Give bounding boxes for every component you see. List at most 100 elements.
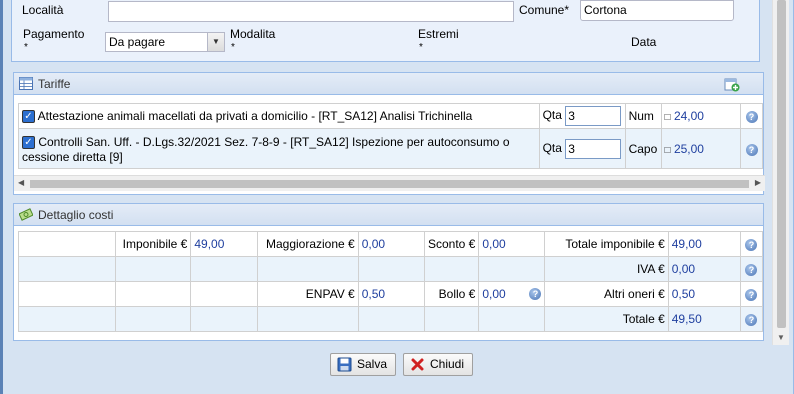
floppy-disk-icon	[337, 357, 352, 372]
empty-cell	[256, 306, 359, 332]
empty-cell	[115, 281, 192, 307]
pagamento-required-mark: *	[24, 42, 28, 53]
localita-label: Località	[22, 3, 64, 17]
maggiorazione-value: 0,00	[357, 231, 425, 257]
pagamento-select[interactable]: Da pagare ▼	[105, 32, 225, 52]
table-row: ENPAV € 0,50 Bollo € 0,00 ? Altri oneri …	[17, 281, 764, 307]
close-label: Chiudi	[430, 357, 465, 371]
comune-input[interactable]: Cortona	[580, 0, 734, 21]
tariff-description-cell: ✓ Controlli San. Uff. - D.Lgs.32/2021 Se…	[18, 128, 540, 169]
qta-input[interactable]: 3	[565, 138, 622, 159]
payment-form: Località Comune* Cortona Pagamento * Da …	[11, 0, 760, 62]
help-icon[interactable]: ?	[745, 239, 758, 251]
scroll-right-icon[interactable]: ▶	[755, 178, 761, 187]
imponibile-value: 49,00	[190, 231, 258, 257]
price-cell: □ 24,00	[660, 103, 742, 129]
empty-cell	[423, 256, 480, 282]
modalita-required-mark: *	[231, 42, 235, 53]
sconto-label: Sconto €	[423, 231, 480, 257]
dialog-content: Località Comune* Cortona Pagamento * Da …	[11, 0, 768, 345]
table-row: ✓ Controlli San. Uff. - D.Lgs.32/2021 Se…	[18, 128, 763, 169]
data-label: Data	[631, 35, 657, 49]
bollo-value: 0,00	[482, 287, 506, 301]
qta-cell: Qta 3	[538, 128, 626, 169]
tariff-description-line2: cessione diretta [9]	[22, 149, 123, 164]
horizontal-scrollbar[interactable]: ◀ ▶	[14, 175, 765, 191]
help-cell: ?	[740, 128, 763, 169]
empty-cell	[17, 256, 117, 282]
table-row: Imponibile € 49,00 Maggiorazione € 0,00 …	[17, 231, 764, 257]
empty-cell	[190, 306, 258, 332]
empty-cell	[256, 256, 359, 282]
tariff-description-cell: ✓ Attestazione animali macellati da priv…	[18, 103, 540, 129]
qta-cell: Qta 3	[538, 103, 626, 129]
pagamento-selected-value: Da pagare	[109, 35, 166, 49]
price-value: 25,00	[673, 141, 704, 156]
empty-cell	[190, 256, 258, 282]
bollo-cell: 0,00 ?	[478, 281, 546, 307]
help-icon[interactable]: ?	[745, 111, 758, 123]
qta-label: Qta	[542, 140, 562, 155]
help-icon[interactable]: ?	[745, 143, 758, 156]
empty-cell	[357, 306, 425, 332]
tariffe-table: ✓ Attestazione animali macellati da priv…	[18, 103, 763, 169]
empty-cell	[17, 281, 117, 307]
tariff-description: Attestazione animali macellati da privat…	[37, 108, 473, 123]
enpav-value: 0,50	[357, 281, 425, 307]
price-value: 24,00	[673, 109, 704, 123]
help-icon[interactable]: ?	[529, 288, 542, 300]
modalita-label: Modalita	[230, 27, 276, 41]
iva-value: 0,00	[667, 256, 741, 282]
dettaglio-costi-panel: Dettaglio costi Imponibile € 49,00 Maggi…	[13, 203, 764, 341]
empty-cell	[478, 306, 546, 332]
dettaglio-title: Dettaglio costi	[38, 208, 114, 222]
save-button[interactable]: Salva	[330, 353, 397, 376]
altri-oneri-label: Altri oneri €	[544, 281, 669, 307]
sconto-value: 0,00	[478, 231, 546, 257]
tariff-checkbox[interactable]: ✓	[22, 110, 35, 124]
scrollbar-thumb[interactable]	[777, 0, 786, 328]
help-cell: ?	[739, 306, 764, 332]
dettaglio-panel-header: Dettaglio costi	[14, 204, 763, 226]
scrollbar-thumb[interactable]	[30, 180, 749, 188]
costi-table: Imponibile € 49,00 Maggiorazione € 0,00 …	[17, 231, 764, 332]
price-cell: □ 25,00	[660, 128, 742, 169]
imponibile-label: Imponibile €	[115, 231, 192, 257]
save-label: Salva	[357, 357, 388, 371]
help-icon[interactable]: ?	[745, 314, 758, 326]
vertical-scrollbar[interactable]: ▼	[772, 0, 789, 345]
help-cell: ?	[740, 103, 763, 129]
empty-cell	[190, 281, 258, 307]
localita-input[interactable]	[108, 1, 514, 22]
unit-cell: Capo	[624, 128, 662, 169]
maggiorazione-label: Maggiorazione €	[256, 231, 359, 257]
empty-cell	[115, 306, 192, 332]
table-row: IVA € 0,00 ?	[17, 256, 764, 282]
totale-imponibile-label: Totale imponibile €	[544, 231, 669, 257]
totale-imponibile-value: 49,00	[667, 231, 741, 257]
empty-cell	[357, 256, 425, 282]
chevron-down-icon[interactable]: ▼	[207, 33, 224, 51]
pagamento-label: Pagamento	[23, 27, 85, 41]
qta-input[interactable]: 3	[565, 106, 622, 126]
table-row: Totale € 49,50 ?	[17, 306, 764, 332]
totale-label: Totale €	[544, 306, 669, 332]
empty-cell	[17, 306, 117, 332]
altri-oneri-value: 0,50	[667, 281, 741, 307]
scroll-left-icon[interactable]: ◀	[18, 178, 24, 187]
qta-label: Qta	[542, 108, 562, 123]
add-tariff-icon[interactable]	[724, 76, 740, 92]
scroll-down-icon[interactable]: ▼	[777, 334, 785, 342]
unit-cell: Num	[624, 103, 662, 129]
tariffe-title: Tariffe	[38, 77, 71, 91]
close-button[interactable]: Chiudi	[403, 353, 474, 376]
help-icon[interactable]: ?	[745, 289, 758, 301]
comune-label: Comune*	[519, 3, 570, 17]
help-icon[interactable]: ?	[745, 264, 758, 276]
tariff-checkbox[interactable]: ✓	[22, 135, 35, 149]
help-cell: ?	[739, 231, 764, 257]
tariff-description-line1: Controlli San. Uff. - D.Lgs.32/2021 Sez.…	[38, 134, 510, 149]
table-icon	[19, 77, 33, 90]
empty-cell	[115, 256, 192, 282]
price-icon: □	[664, 144, 671, 156]
